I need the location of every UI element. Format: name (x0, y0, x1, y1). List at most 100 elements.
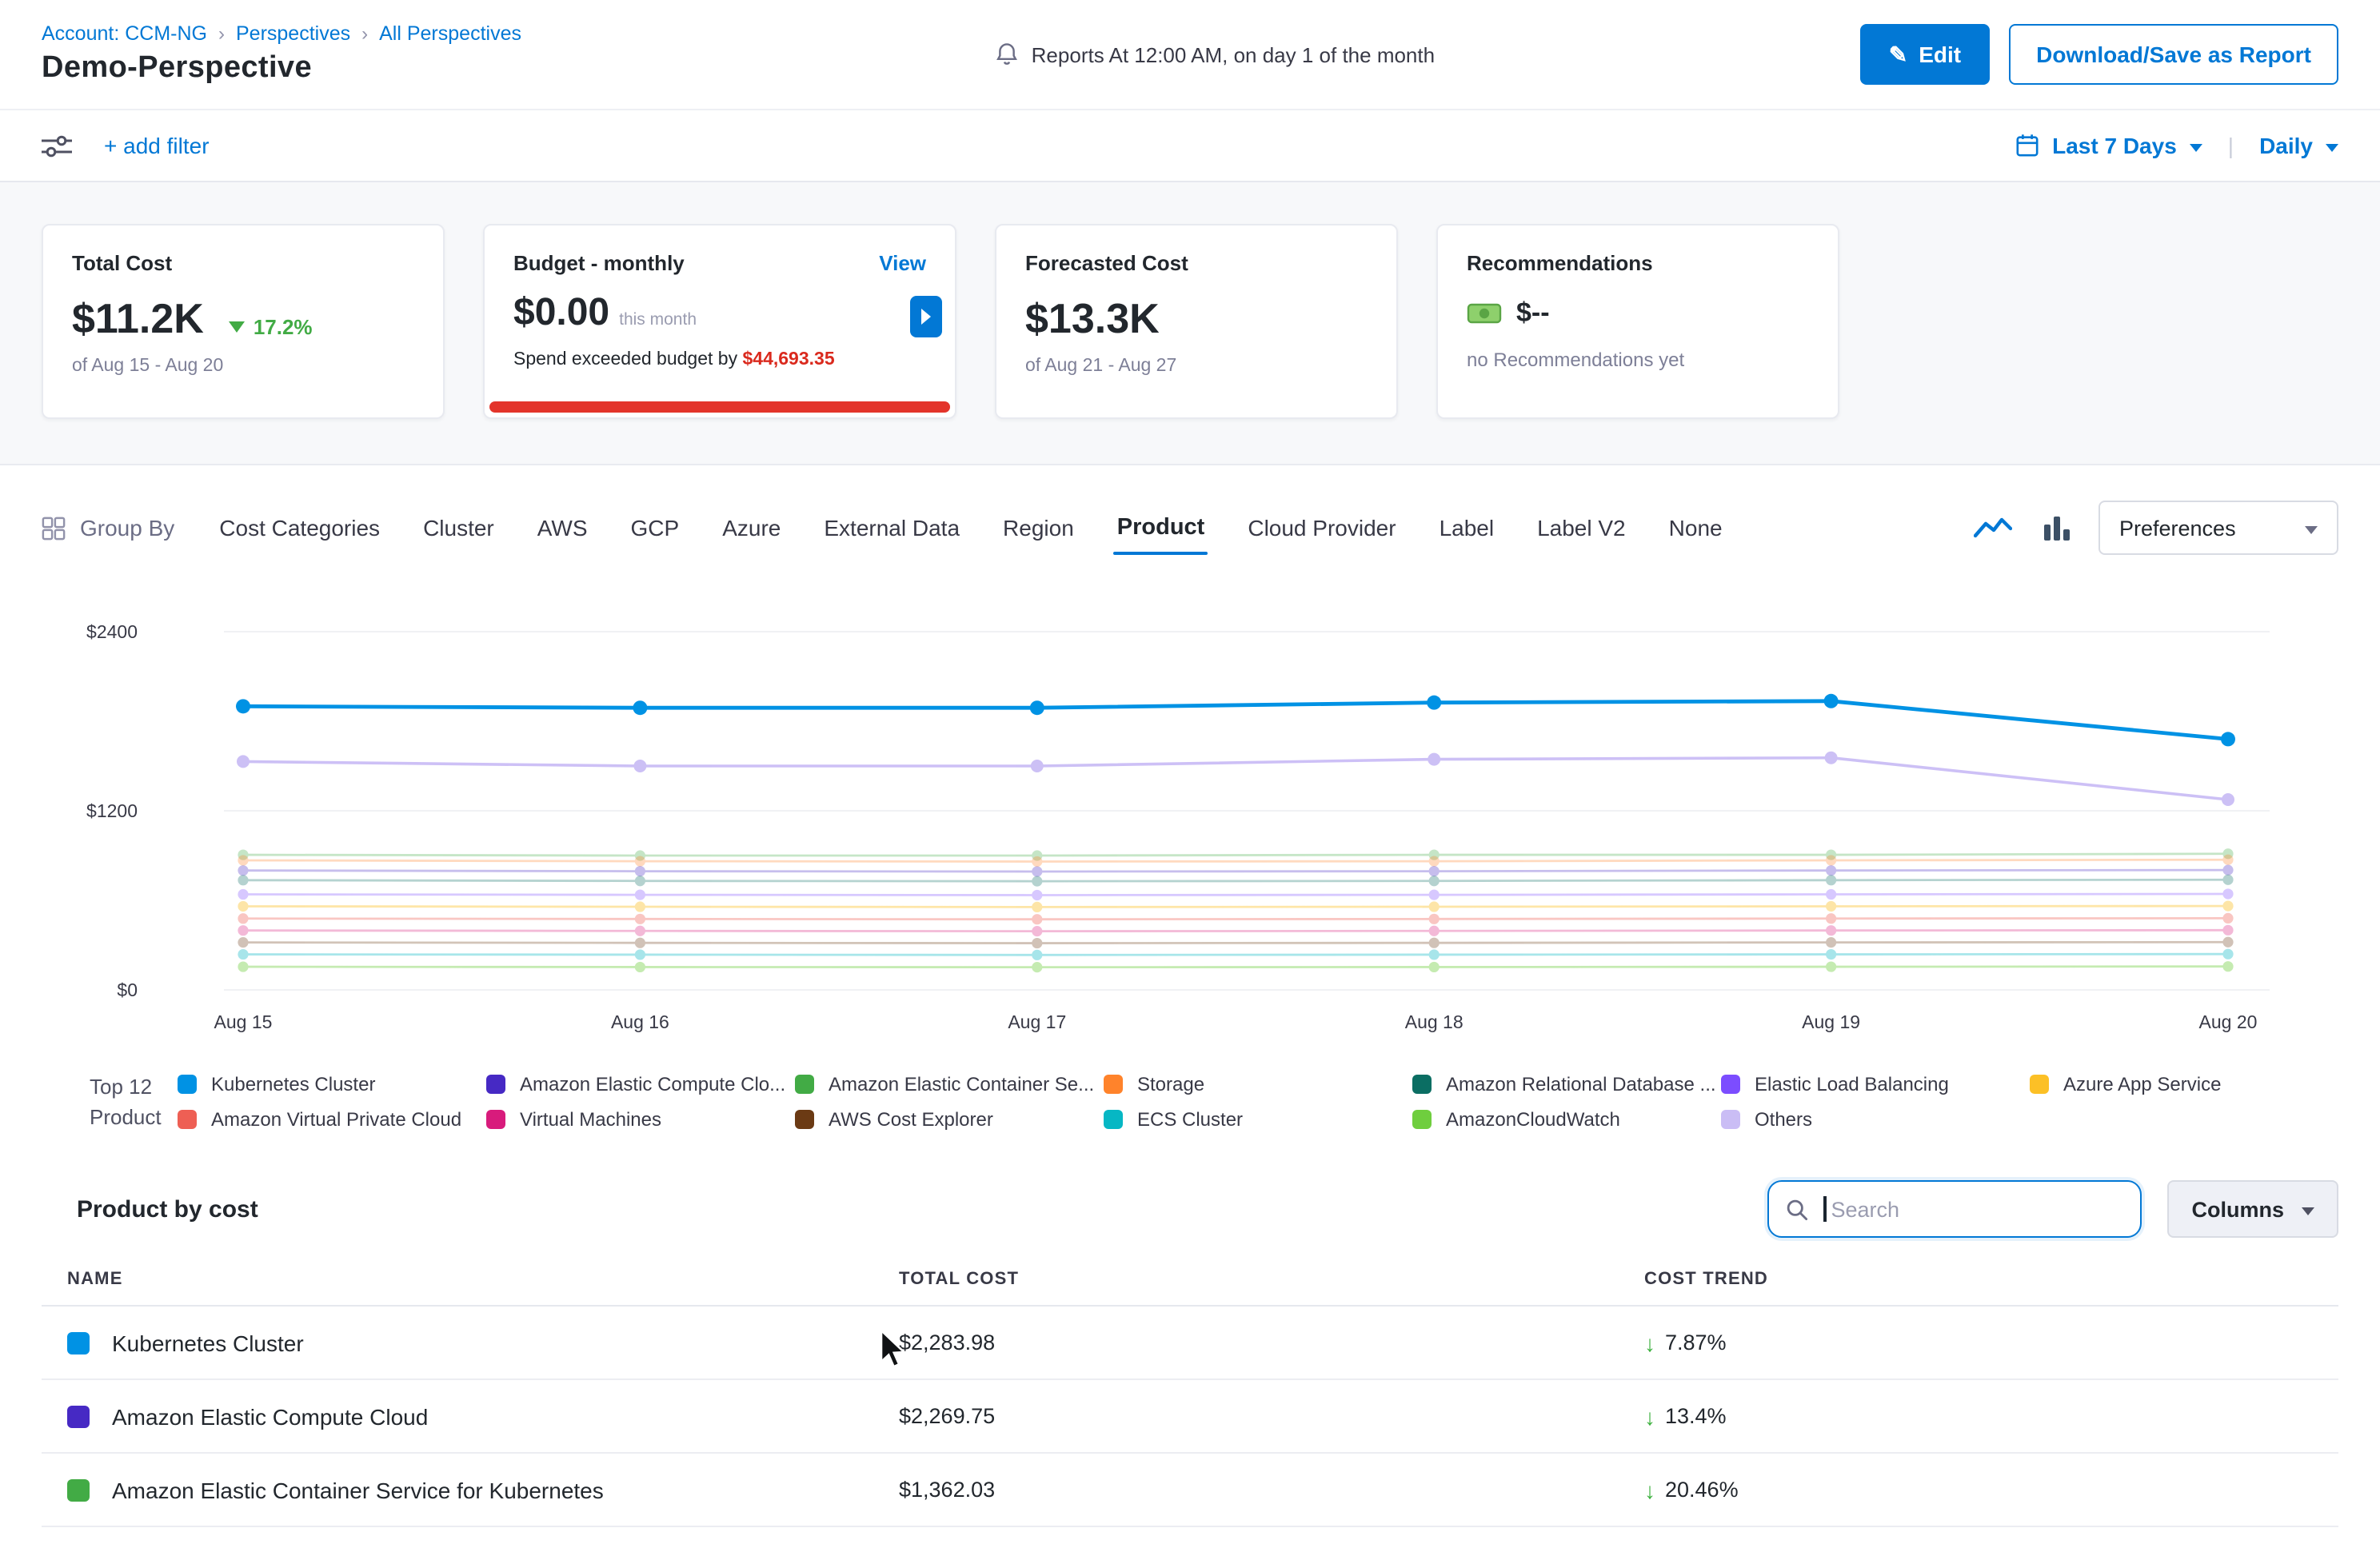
product-name-cell[interactable]: Amazon Elastic Compute Cloud (67, 1403, 899, 1429)
recommendations-title: Recommendations (1467, 251, 1809, 275)
legend-item[interactable]: ECS Cluster (1104, 1108, 1412, 1131)
breadcrumb-all-perspectives-link[interactable]: All Perspectives (379, 22, 521, 45)
groupby-tab-none[interactable]: None (1669, 515, 1723, 541)
line-chart-toggle-button[interactable] (1971, 512, 2015, 544)
groupby-tab-external-data[interactable]: External Data (824, 515, 960, 541)
groupby-tab-label-v2[interactable]: Label V2 (1537, 515, 1626, 541)
legend-swatch (1412, 1110, 1432, 1129)
groupby-tab-label[interactable]: Label (1440, 515, 1495, 541)
legend-item[interactable]: AmazonCloudWatch (1412, 1108, 1721, 1131)
legend-item[interactable]: Amazon Elastic Compute Clo... (486, 1073, 795, 1095)
legend-swatch (1721, 1110, 1740, 1129)
svg-text:Aug 17: Aug 17 (1008, 1011, 1066, 1032)
legend-label: AWS Cost Explorer (829, 1108, 993, 1131)
product-name-cell[interactable]: Kubernetes Cluster (67, 1330, 899, 1355)
triangle-down-icon (230, 321, 246, 333)
table-title: Product by cost (77, 1195, 258, 1223)
total-cost-trend: 17.2% (230, 315, 313, 339)
budget-view-link[interactable]: View (879, 251, 926, 275)
recommendations-card: Recommendations $-- no Recommendations y… (1436, 224, 1839, 419)
svg-text:Aug 20: Aug 20 (2199, 1011, 2258, 1032)
legend-swatch (2030, 1075, 2049, 1094)
product-name-cell[interactable]: Amazon Elastic Container Service for Kub… (67, 1477, 899, 1502)
filter-sliders-icon[interactable] (42, 134, 72, 158)
legend-item[interactable]: Others (1721, 1108, 2030, 1131)
legend-item[interactable]: Storage (1104, 1073, 1412, 1095)
legend-label: ECS Cluster (1137, 1108, 1243, 1131)
svg-text:$2400: $2400 (86, 621, 138, 642)
table-row[interactable]: Kubernetes Cluster$2,283.98↓7.87% (42, 1307, 2338, 1380)
legend-swatch (178, 1075, 197, 1094)
groupby-tab-aws[interactable]: AWS (537, 515, 588, 541)
column-header-name[interactable]: NAME (67, 1270, 899, 1289)
breadcrumb: Account: CCM-NG › Perspectives › All Per… (42, 22, 569, 45)
legend-item[interactable]: Amazon Elastic Container Se... (795, 1073, 1104, 1095)
download-save-report-button[interactable]: Download/Save as Report (2009, 24, 2338, 85)
total-cost-value: $11.2K (72, 294, 204, 344)
preferences-label: Preferences (2119, 516, 2236, 540)
groupby-tab-region[interactable]: Region (1003, 515, 1074, 541)
legend-item[interactable]: AWS Cost Explorer (795, 1108, 1104, 1131)
budget-expand-button[interactable] (910, 296, 942, 337)
total-cost-cell: $1,362.03 (899, 1478, 1644, 1502)
legend-grid: Kubernetes ClusterAmazon Elastic Compute… (178, 1071, 2338, 1132)
summary-cards: Total Cost $11.2K 17.2% of Aug 15 - Aug … (0, 182, 2380, 464)
bar-chart-toggle-button[interactable] (2039, 512, 2075, 544)
breadcrumb-account-link[interactable]: Account: CCM-NG (42, 22, 207, 45)
chart-series (236, 694, 2235, 747)
trend-down-icon: ↓ (1644, 1330, 1655, 1355)
breadcrumb-perspectives-link[interactable]: Perspectives (236, 22, 350, 45)
search-box[interactable] (1767, 1180, 2142, 1238)
legend-label: AmazonCloudWatch (1446, 1108, 1620, 1131)
budget-alert-text: Spend exceeded budget by (513, 350, 737, 369)
edit-button[interactable]: ✎ Edit (1860, 24, 1990, 85)
legend-item[interactable]: Azure App Service (2030, 1073, 2338, 1095)
budget-value: $0.00 (513, 291, 609, 336)
groupby-tab-cluster[interactable]: Cluster (423, 515, 494, 541)
groupby-tab-cost-categories[interactable]: Cost Categories (219, 515, 380, 541)
add-filter-button[interactable]: + add filter (104, 133, 210, 158)
chart-legend: Top 12 Product Kubernetes ClusterAmazon … (42, 1071, 2338, 1132)
table-row[interactable]: Amazon Elastic Compute Cloud$2,269.75↓13… (42, 1380, 2338, 1454)
budget-card: Budget - monthly View $0.00 this month S… (483, 224, 956, 419)
chart-series (238, 848, 2233, 860)
preferences-button[interactable]: Preferences (2098, 501, 2338, 555)
chart-series (238, 888, 2233, 900)
divider: | (2228, 133, 2234, 158)
text-caret (1823, 1196, 1826, 1222)
legend-swatch (486, 1110, 505, 1129)
groupby-tab-gcp[interactable]: GCP (631, 515, 680, 541)
grid-icon (42, 516, 66, 540)
perspective-dashboard: Account: CCM-NG › Perspectives › All Per… (0, 0, 2380, 1548)
groupby-tab-azure[interactable]: Azure (722, 515, 781, 541)
groupby-tab-product[interactable]: Product (1117, 515, 1205, 541)
money-icon (1467, 301, 1502, 326)
group-by-text: Group By (80, 515, 174, 541)
column-header-total-cost[interactable]: TOTAL COST (899, 1270, 1644, 1289)
svg-text:$0: $0 (117, 979, 138, 1000)
legend-item[interactable]: Kubernetes Cluster (178, 1073, 486, 1095)
product-name: Amazon Elastic Compute Cloud (112, 1403, 428, 1429)
legend-item[interactable]: Elastic Load Balancing (1721, 1073, 2030, 1095)
groupby-tab-cloud-provider[interactable]: Cloud Provider (1248, 515, 1396, 541)
chart-area: $2400$1200$0Aug 15Aug 16Aug 17Aug 18Aug … (42, 593, 2338, 1059)
table-row[interactable]: Amazon Elastic Container Service for Kub… (42, 1454, 2338, 1527)
columns-button[interactable]: Columns (2167, 1180, 2338, 1238)
search-input[interactable] (1831, 1197, 2124, 1221)
legend-item[interactable]: Amazon Relational Database ... (1412, 1073, 1721, 1095)
search-icon (1785, 1197, 1809, 1221)
legend-label: Elastic Load Balancing (1755, 1073, 1949, 1095)
chart-series (237, 752, 2234, 806)
chevron-down-icon (2302, 1207, 2314, 1215)
date-range-selector[interactable]: Last 7 Days (2052, 133, 2177, 158)
edit-button-label: Edit (1919, 42, 1961, 67)
column-header-cost-trend[interactable]: COST TREND (1644, 1270, 2338, 1289)
legend-item[interactable]: Amazon Virtual Private Cloud (178, 1108, 486, 1131)
legend-item[interactable]: Virtual Machines (486, 1108, 795, 1131)
cost-line-chart[interactable]: $2400$1200$0Aug 15Aug 16Aug 17Aug 18Aug … (42, 593, 2338, 1051)
chart-series (238, 949, 2233, 960)
chart-series (238, 961, 2233, 972)
legend-label: Azure App Service (2063, 1073, 2221, 1095)
granularity-selector[interactable]: Daily (2259, 133, 2313, 158)
legend-label: Storage (1137, 1073, 1204, 1095)
